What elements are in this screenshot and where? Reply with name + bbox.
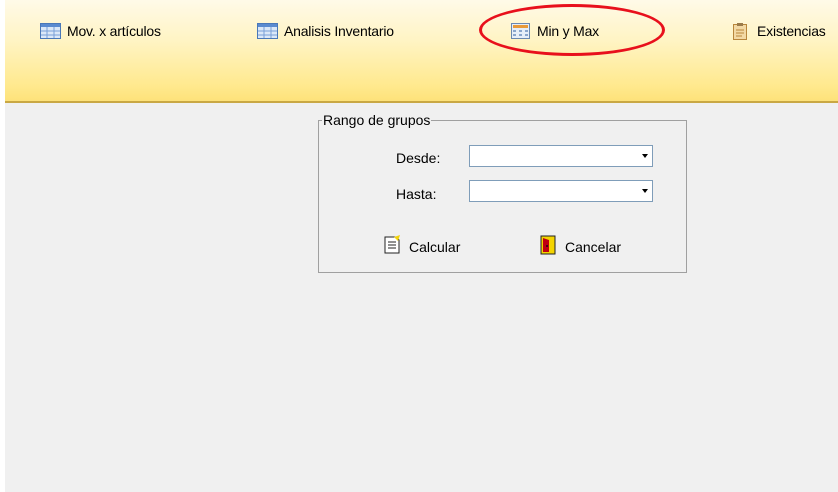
content-area: Rango de grupos Desde: Hasta: Calcular C… xyxy=(5,103,838,492)
grid-table-icon xyxy=(257,22,278,40)
calcular-button[interactable]: Calcular xyxy=(382,235,460,258)
hasta-label: Hasta: xyxy=(396,186,437,202)
clipboard-icon xyxy=(730,22,751,40)
grid-table-icon xyxy=(40,22,61,40)
toolbar-existencias-label: Existencias xyxy=(757,23,826,39)
ribbon-toolbar: Mov. x artículos Analisis Inventario Min… xyxy=(5,0,838,103)
toolbar-existencias-button[interactable]: Existencias xyxy=(730,21,826,41)
app-frame: Mov. x artículos Analisis Inventario Min… xyxy=(5,0,838,492)
toolbar-analisis-inventario-button[interactable]: Analisis Inventario xyxy=(257,21,394,41)
chevron-down-icon[interactable] xyxy=(642,189,648,193)
hasta-dropdown[interactable] xyxy=(469,180,653,202)
toolbar-min-y-max-label: Min y Max xyxy=(537,23,599,39)
toolbar-mov-articulos-button[interactable]: Mov. x artículos xyxy=(40,21,161,41)
group-range-box: Rango de grupos Desde: Hasta: Calcular C… xyxy=(318,112,687,273)
group-title: Rango de grupos xyxy=(322,112,432,128)
cancelar-label: Cancelar xyxy=(565,238,622,255)
toolbar-mov-articulos-label: Mov. x artículos xyxy=(67,23,161,39)
desde-label: Desde: xyxy=(396,150,441,166)
calculate-document-icon xyxy=(382,235,402,258)
chevron-down-icon[interactable] xyxy=(642,154,648,158)
toolbar-min-y-max-button[interactable]: Min y Max xyxy=(510,21,599,41)
toolbar-analisis-inventario-label: Analisis Inventario xyxy=(284,23,394,39)
cancelar-button[interactable]: Cancelar xyxy=(538,235,621,258)
calcular-label: Calcular xyxy=(409,238,461,255)
calculator-icon xyxy=(510,22,531,40)
exit-door-icon xyxy=(538,235,558,258)
desde-dropdown[interactable] xyxy=(469,145,653,167)
